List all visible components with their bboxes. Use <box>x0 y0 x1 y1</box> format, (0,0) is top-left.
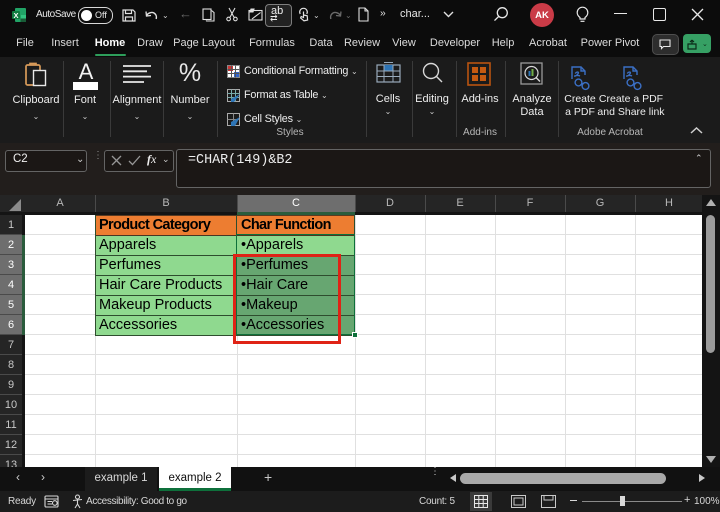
svg-text:X: X <box>13 11 18 20</box>
